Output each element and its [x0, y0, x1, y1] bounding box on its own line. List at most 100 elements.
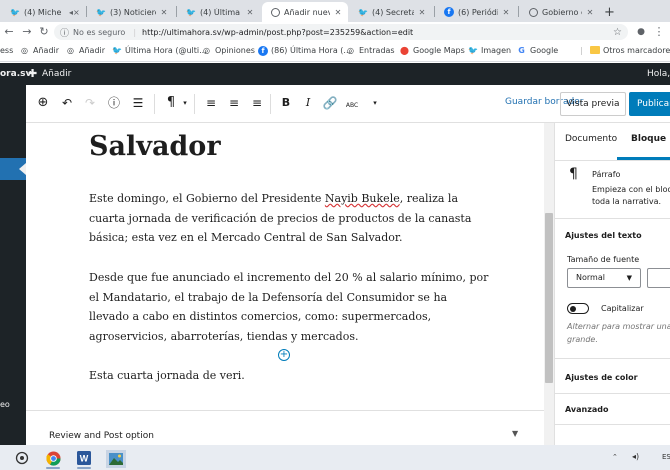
bookmark-item[interactable]: ◎ Añadir	[20, 46, 59, 55]
post-title[interactable]: Salvador	[89, 131, 221, 162]
browser-tab[interactable]: Gobierno con ✕	[520, 2, 600, 22]
bookmark-item[interactable]: f (86) Última Hora (...	[258, 46, 351, 56]
advanced-heading[interactable]: Avanzado	[565, 405, 609, 414]
tab-title: Gobierno con	[542, 7, 582, 17]
align-left-icon[interactable]: ≡	[203, 96, 219, 110]
add-new-link[interactable]: Añadir	[42, 69, 71, 79]
add-block-icon[interactable]: ⊕	[35, 96, 51, 110]
color-settings-heading[interactable]: Ajustes de color	[565, 373, 638, 382]
sidebar-item-label[interactable]: eo	[0, 400, 10, 409]
twitter-icon: 🐦	[96, 7, 106, 17]
bookmark-item[interactable]: ◎ Añadir	[66, 46, 105, 55]
browser-tab-active[interactable]: Añadir nueva ✕	[262, 2, 348, 22]
browser-tab[interactable]: 🐦 (3) Noticiero ✕	[88, 2, 174, 22]
globe-icon: ◎	[67, 46, 74, 55]
close-icon[interactable]: ✕	[417, 8, 427, 17]
font-size-select[interactable]: Normal ▼	[567, 268, 641, 288]
close-icon[interactable]: ✕	[245, 8, 255, 17]
account-icon[interactable]: ●	[634, 25, 648, 39]
address-bar[interactable]: ⓘ No es seguro | http://ultimahora.sv/wp…	[54, 24, 628, 40]
browser-tab-strip: 🐦 (4) Miche ◂× 🐦 (3) Noticiero ✕ 🐦 (4) Ú…	[0, 0, 670, 22]
custom-font-size-input[interactable]	[647, 268, 670, 288]
browser-tab[interactable]: 🐦 (4) Secretaria ✕	[350, 2, 432, 22]
twitter-icon: 🐦	[186, 7, 196, 17]
bookmark-item[interactable]: ◎ Entradas	[346, 46, 395, 55]
paragraph-block[interactable]: Esta cuarta jornada de veri.	[89, 366, 489, 386]
block-description: Empieza con el bloque	[592, 185, 670, 194]
bookmark-folder[interactable]: Otros marcadores	[590, 46, 670, 55]
text-settings-heading[interactable]: Ajustes del texto	[565, 231, 642, 240]
close-icon[interactable]: ✕	[333, 8, 343, 17]
bookmark-item[interactable]: ⬤ Google Maps	[400, 46, 465, 55]
task-view-icon[interactable]	[14, 450, 30, 466]
drop-cap-label: Capitalizar	[601, 304, 644, 313]
chevron-down-icon[interactable]: ▾	[177, 96, 193, 110]
bookmark-item[interactable]: 🐦 Imagen	[468, 46, 511, 55]
tab-divider	[434, 6, 435, 17]
align-right-icon[interactable]: ≡	[249, 96, 265, 110]
speaker-icon[interactable]: ◂)	[632, 452, 639, 461]
bookmark-star-icon[interactable]: ☆	[613, 27, 622, 38]
redo-icon[interactable]: ↷	[82, 96, 98, 110]
photos-icon[interactable]	[106, 450, 126, 468]
spellcheck-icon[interactable]: ABC	[344, 99, 360, 113]
info-icon[interactable]: ⓘ	[106, 96, 122, 110]
bookmark-item[interactable]: 🐦 Última Hora (@ulti...	[112, 46, 207, 55]
drop-cap-toggle[interactable]	[567, 303, 589, 314]
howdy-user-link[interactable]: Hola,	[647, 69, 670, 79]
editor-scrollbar[interactable]	[544, 123, 554, 445]
speaker-muted-icon[interactable]: ◂×	[69, 8, 80, 17]
chevron-up-icon[interactable]: ⌃	[612, 453, 618, 461]
align-center-icon[interactable]: ≡	[226, 96, 242, 110]
warning-icon[interactable]: ⓘ	[60, 26, 69, 39]
tab-title: Añadir nueva	[284, 7, 330, 17]
active-app-indicator	[46, 467, 60, 469]
undo-icon[interactable]: ↶	[59, 96, 75, 110]
svg-text:W: W	[80, 454, 89, 464]
paragraph-block[interactable]: Este domingo, el Gobierno del Presidente…	[89, 189, 489, 248]
editor-header-toolbar: ⊕ ↶ ↷ ⓘ ☰ ¶ ▾ ≡ ≡ ≡ B I 🔗 ABC ▾ Guardar …	[26, 85, 670, 123]
forward-arrow-icon[interactable]: →	[20, 25, 34, 39]
site-name-link[interactable]: ora.sv	[0, 69, 31, 79]
tab-block[interactable]: Bloque	[631, 134, 666, 144]
inline-add-block-icon[interactable]: +	[278, 349, 290, 361]
menu-kebab-icon[interactable]: ⋮	[652, 25, 666, 39]
drop-cap-help: grande.	[567, 335, 598, 344]
paragraph-block-icon: ¶	[569, 166, 578, 182]
close-icon[interactable]: ✕	[501, 8, 511, 17]
block-name: Párrafo	[592, 170, 621, 179]
current-menu-arrow	[19, 163, 26, 175]
paragraph-block[interactable]: Desde que fue anunciado el incremento de…	[89, 268, 489, 346]
bookmark-item[interactable]: G Google	[517, 46, 558, 55]
wp-admin-sidebar: eo	[0, 85, 26, 445]
bookmark-truncated[interactable]: ess	[0, 46, 13, 55]
browser-tab[interactable]: 🐦 (4) Miche ◂×	[2, 2, 84, 22]
language-indicator[interactable]: ES	[662, 453, 670, 461]
block-navigation-icon[interactable]: ☰	[130, 96, 146, 110]
facebook-icon: f	[258, 46, 268, 56]
new-tab-button[interactable]: +	[600, 2, 620, 22]
back-arrow-icon[interactable]: ←	[2, 25, 16, 39]
meta-box-panel[interactable]: Review and Post option ▼	[26, 410, 544, 445]
bold-icon[interactable]: B	[278, 96, 294, 110]
word-icon[interactable]: W	[76, 450, 92, 466]
bookmark-item[interactable]: ◎ Opiniones	[202, 46, 255, 55]
tab-document[interactable]: Documento	[565, 134, 617, 144]
chrome-icon[interactable]	[45, 450, 61, 466]
close-icon[interactable]: ✕	[159, 8, 169, 17]
reload-icon[interactable]: ↻	[37, 25, 51, 39]
scrollbar-thumb[interactable]	[545, 213, 553, 383]
browser-tab[interactable]: f (6) Periódico ✕	[436, 2, 516, 22]
close-icon[interactable]: ✕	[585, 8, 595, 17]
browser-tab[interactable]: 🐦 (4) Última Hora ✕	[178, 2, 260, 22]
plus-icon[interactable]: ✚	[28, 67, 37, 80]
publish-button[interactable]: Publicar...	[629, 92, 670, 116]
caret-down-icon[interactable]: ▼	[512, 429, 518, 438]
preview-button[interactable]: Vista previa	[560, 92, 626, 116]
italic-icon[interactable]: I	[300, 96, 316, 110]
maps-icon: ⬤	[400, 46, 409, 55]
editor-canvas: Salvador Este domingo, el Gobierno del P…	[26, 123, 544, 410]
twitter-icon: 🐦	[10, 7, 20, 17]
more-options-chevron-icon[interactable]: ▾	[367, 96, 383, 110]
link-icon[interactable]: 🔗	[322, 96, 338, 110]
